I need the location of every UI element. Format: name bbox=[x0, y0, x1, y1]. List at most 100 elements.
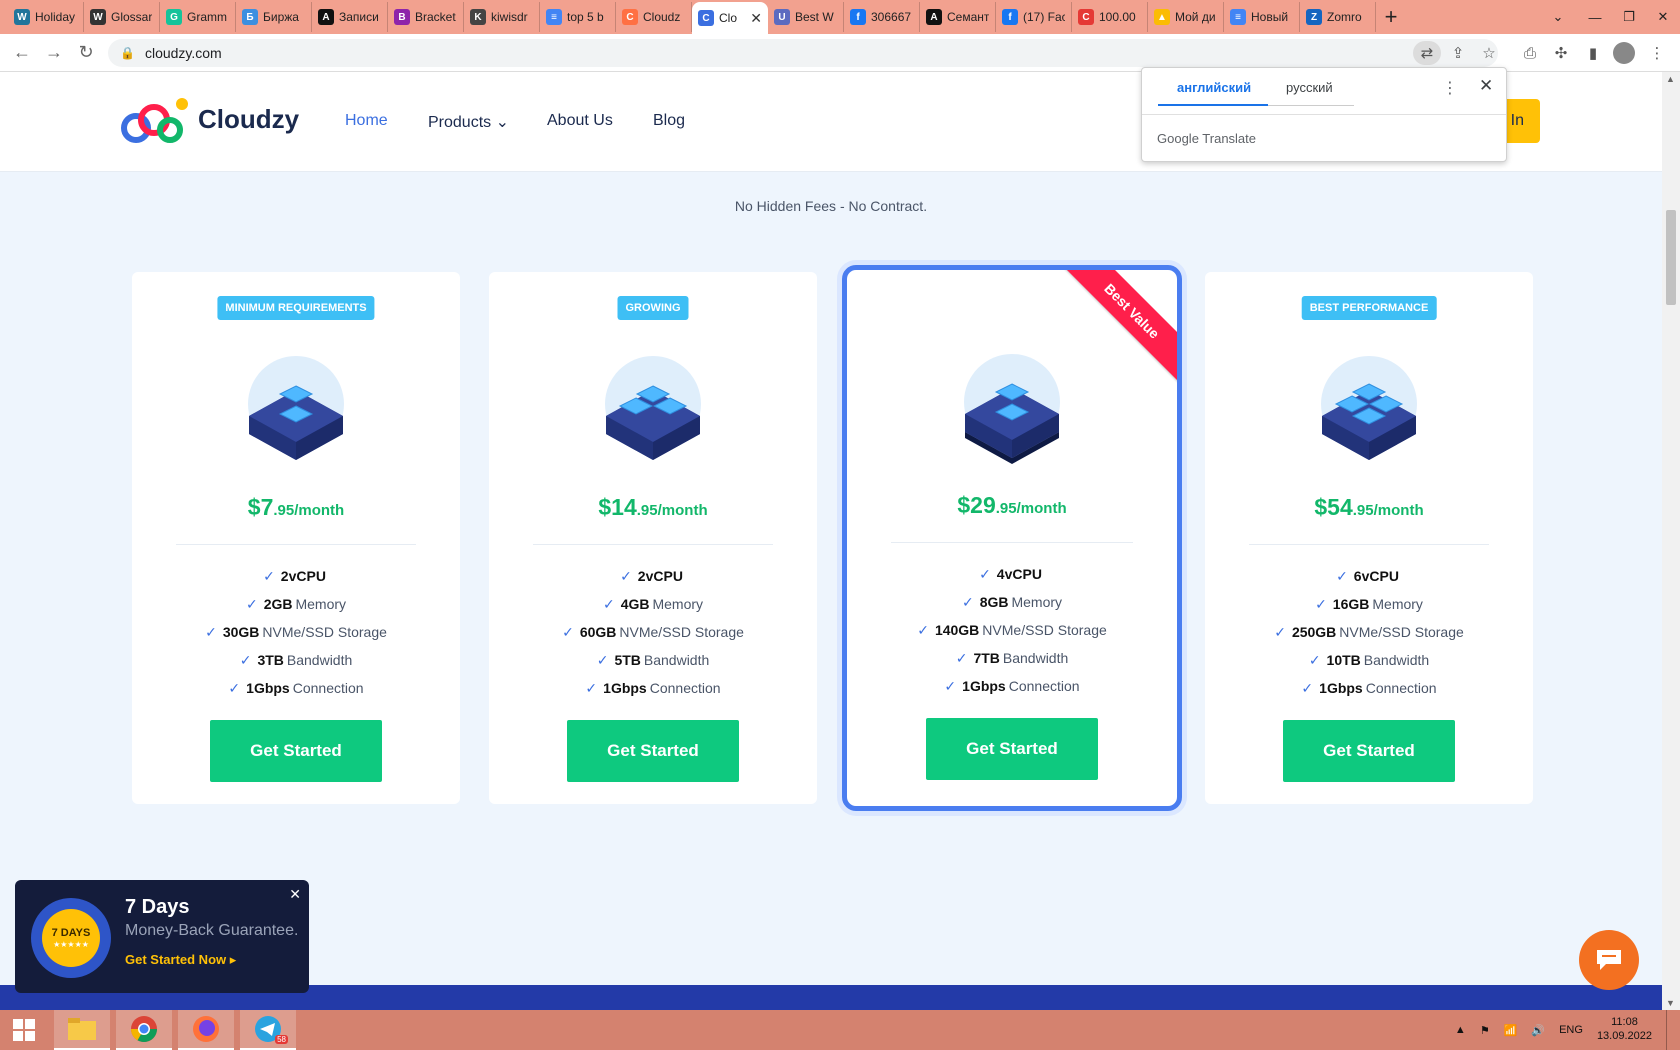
feature-item: ✓ 1Gbps Connection bbox=[1205, 674, 1533, 702]
get-started-button[interactable]: Get Started bbox=[926, 718, 1098, 780]
feature-item: ✓ 2vCPU bbox=[132, 562, 460, 590]
get-started-button[interactable]: Get Started bbox=[210, 720, 382, 782]
scroll-up-icon[interactable]: ▲ bbox=[1666, 74, 1675, 84]
telegram-icon[interactable]: 58 bbox=[240, 1010, 296, 1050]
show-desktop-button[interactable] bbox=[1666, 1010, 1672, 1050]
share-icon[interactable]: ⇪ bbox=[1447, 42, 1469, 64]
browser-tab[interactable]: C Cloudz bbox=[616, 2, 692, 32]
browser-tab[interactable]: Kkiwisdr bbox=[464, 2, 540, 32]
browser-tab[interactable]: W Holiday bbox=[8, 2, 84, 32]
chrome-icon[interactable] bbox=[116, 1010, 172, 1050]
feature-item: ✓ 1Gbps Connection bbox=[847, 672, 1177, 700]
plan-features: ✓ 2vCPU ✓ 4GB Memory ✓ 60GB NVMe/SSD Storage ✓ 5T… bbox=[489, 562, 817, 702]
tab-title: (17) Fac bbox=[1023, 10, 1065, 24]
forward-icon[interactable]: → bbox=[38, 37, 70, 69]
tab-title: Zomro bbox=[1327, 10, 1362, 24]
close-window-icon[interactable]: ✕ bbox=[1646, 0, 1680, 34]
feature-value: 140GB bbox=[934, 622, 980, 638]
translate-icon[interactable]: ⇄ bbox=[1413, 41, 1441, 65]
tab-close-icon[interactable]: ✕ bbox=[750, 10, 762, 27]
lock-icon: 🔒 bbox=[120, 46, 135, 60]
translate-options-icon[interactable]: ⋮ bbox=[1442, 78, 1458, 98]
firefox-icon[interactable] bbox=[178, 1010, 234, 1050]
translate-close-icon[interactable]: ✕ bbox=[1479, 76, 1493, 96]
browser-tab[interactable]: U Best W bbox=[768, 2, 844, 32]
feature-item: ✓ 3TB Bandwidth bbox=[132, 646, 460, 674]
restore-window-icon[interactable]: ❐ bbox=[1612, 0, 1646, 34]
cloudzy-logo[interactable]: Cloudzy bbox=[120, 94, 299, 144]
network-icon[interactable]: 📶 bbox=[1504, 1024, 1518, 1037]
browser-tab[interactable]: ≡ Новый bbox=[1224, 2, 1300, 32]
facebook-icon: f bbox=[1002, 9, 1018, 25]
browser-tab[interactable]: C 100.00 bbox=[1072, 2, 1148, 32]
translate-tab-indicator bbox=[1158, 104, 1268, 106]
feature-value: 2vCPU bbox=[637, 568, 683, 584]
brand-name: Cloudzy bbox=[198, 103, 300, 134]
tray-flag-icon[interactable]: ⚑ bbox=[1480, 1024, 1490, 1037]
back-icon[interactable]: ← bbox=[6, 37, 38, 69]
website-icon: U bbox=[774, 9, 790, 25]
tab-title: Семант bbox=[947, 10, 989, 24]
browser-menu-icon[interactable]: ⋮ bbox=[1646, 42, 1668, 64]
translate-source-language[interactable]: английский bbox=[1177, 80, 1251, 95]
browser-tab[interactable]: B Bracket bbox=[388, 2, 464, 32]
minimize-window-icon[interactable]: — bbox=[1578, 0, 1612, 34]
tab-search-icon[interactable]: ⌄ bbox=[1540, 0, 1576, 34]
nav-blog[interactable]: Blog bbox=[653, 112, 685, 130]
plan-badge: BEST PERFORMANCE bbox=[1301, 296, 1437, 320]
browser-tab[interactable]: G Gramm bbox=[160, 2, 236, 32]
page-scrollbar[interactable]: ▲ ▼ bbox=[1662, 72, 1680, 1010]
checkmark-icon: ✓ bbox=[1315, 596, 1327, 612]
browser-tab-active[interactable]: C Clo ✕ bbox=[692, 2, 768, 34]
volume-icon[interactable]: 🔊 bbox=[1531, 1024, 1545, 1037]
get-started-button[interactable]: Get Started bbox=[567, 720, 739, 782]
browser-tab[interactable]: f (17) Fac bbox=[996, 2, 1072, 32]
browser-tab[interactable]: ▲ Мой ди bbox=[1148, 2, 1224, 32]
keyboard-language[interactable]: ENG bbox=[1559, 1024, 1583, 1036]
tab-title: Gramm bbox=[187, 10, 227, 24]
tab-title: 306667 bbox=[871, 10, 912, 24]
nav-home[interactable]: Home bbox=[345, 112, 388, 130]
reload-icon[interactable]: ↻ bbox=[70, 37, 102, 69]
extension-printer-icon[interactable]: ⎙ bbox=[1519, 42, 1541, 64]
system-clock[interactable]: 11:08 13.09.2022 bbox=[1597, 1016, 1652, 1044]
scrollbar-thumb[interactable] bbox=[1666, 210, 1676, 305]
feature-item: ✓ 2GB Memory bbox=[132, 590, 460, 618]
browser-tab[interactable]: Б Биржа bbox=[236, 2, 312, 32]
nav-about-us[interactable]: About Us bbox=[547, 112, 613, 130]
file-explorer-icon[interactable] bbox=[54, 1010, 110, 1050]
windows-start-icon[interactable] bbox=[0, 1010, 48, 1050]
github-icon: K bbox=[470, 9, 486, 25]
browser-tab[interactable]: A Записи bbox=[312, 2, 388, 32]
checkmark-icon: ✓ bbox=[955, 650, 968, 666]
bookmark-star-icon[interactable]: ☆ bbox=[1478, 42, 1500, 64]
tray-overflow-icon[interactable]: ▲ bbox=[1455, 1024, 1466, 1036]
feature-label: NVMe/SSD Storage bbox=[619, 624, 744, 640]
extensions-puzzle-icon[interactable]: ✣ bbox=[1550, 42, 1572, 64]
address-bar[interactable]: 🔒 cloudzy.com bbox=[108, 39, 1498, 67]
get-started-button[interactable]: Get Started bbox=[1283, 720, 1455, 782]
browser-tab[interactable]: f 306667 bbox=[844, 2, 920, 32]
live-chat-button[interactable] bbox=[1579, 930, 1639, 990]
feature-item: ✓ 140GB NVMe/SSD Storage bbox=[847, 616, 1177, 644]
exchange-icon: Б bbox=[242, 9, 258, 25]
tab-title: Clo bbox=[719, 11, 738, 25]
nav-products[interactable]: Products ⌄ bbox=[428, 112, 509, 132]
browser-tab[interactable]: Z Zomro bbox=[1300, 2, 1376, 32]
feature-label: Connection bbox=[292, 680, 364, 696]
feature-label: NVMe/SSD Storage bbox=[262, 624, 387, 640]
feature-value: 10TB bbox=[1326, 652, 1361, 668]
new-tab-icon[interactable]: + bbox=[1376, 2, 1406, 32]
translate-target-language[interactable]: русский bbox=[1286, 80, 1333, 95]
notes-icon: A bbox=[318, 9, 334, 25]
pricing-card: GROWING $14.95/month ✓ 2vCPU ✓ 4GB Memory ✓ 60G… bbox=[489, 272, 817, 804]
guarantee-close-icon[interactable]: ✕ bbox=[289, 886, 301, 903]
browser-tab[interactable]: W Glossar bbox=[84, 2, 160, 32]
guarantee-cta-link[interactable]: Get Started Now ▸ bbox=[125, 952, 236, 968]
translate-popup: английский русский ⋮ ✕ Google Translate bbox=[1141, 67, 1507, 162]
scroll-down-icon[interactable]: ▼ bbox=[1666, 998, 1675, 1008]
side-panel-icon[interactable]: ▮ bbox=[1582, 42, 1604, 64]
browser-tab[interactable]: ≡ top 5 b bbox=[540, 2, 616, 32]
profile-avatar[interactable] bbox=[1613, 42, 1635, 64]
browser-tab[interactable]: A Семант bbox=[920, 2, 996, 32]
